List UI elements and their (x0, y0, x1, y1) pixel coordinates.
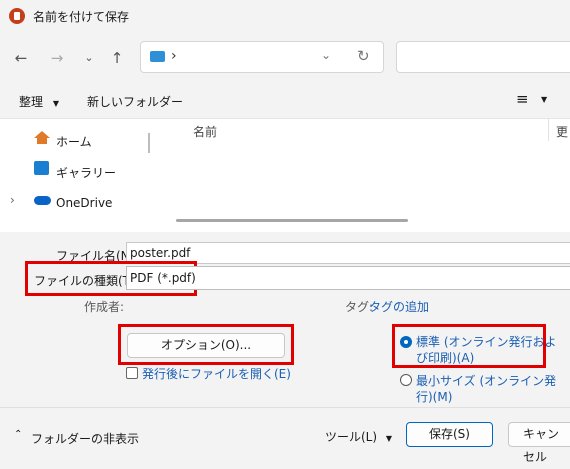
radio-minimum[interactable] (400, 374, 412, 386)
caret-down-icon: ▼ (52, 99, 59, 108)
back-arrow-icon[interactable]: ← (10, 47, 32, 69)
save-options-form: ファイル名(N): poster.pdf ファイルの種類(T): PDF (*.… (0, 232, 570, 407)
tools-label: ツール(L) (325, 430, 378, 444)
window-title: 名前を付けて保存 (33, 10, 130, 24)
command-bar: 整理 ▼ 新しいフォルダー ≡ ▼ (0, 84, 570, 118)
onedrive-icon (34, 196, 51, 205)
organize-label: 整理 (19, 95, 44, 109)
view-caret-icon[interactable]: ▼ (541, 95, 547, 104)
open-after-checkbox[interactable] (126, 367, 138, 379)
radio-standard[interactable] (400, 336, 412, 348)
computer-icon (150, 51, 165, 62)
browser-area: ホーム ギャラリー › OneDrive 名前 更 (0, 118, 570, 232)
dropdown-chevron-icon[interactable]: ⌄ (78, 47, 100, 69)
author-label: 作成者: (84, 300, 125, 314)
radio-min-label-1[interactable]: 最小サイズ (オンライン発 (416, 372, 556, 389)
hide-folders-button[interactable]: フォルダーの非表示 (31, 430, 139, 447)
filetype-label: ファイルの種類(T): (34, 274, 139, 288)
filetype-value: PDF (*.pdf) (130, 271, 196, 285)
refresh-icon[interactable]: ↻ (357, 47, 370, 65)
expand-chevron-icon[interactable]: › (10, 193, 15, 207)
organize-button[interactable]: 整理 ▼ (19, 93, 59, 110)
chevron-up-icon[interactable]: ⌃ (14, 429, 22, 440)
gallery-icon (34, 161, 49, 175)
tools-button[interactable]: ツール(L) ▼ (325, 428, 392, 445)
options-button[interactable]: オプション(O)... (127, 333, 285, 358)
sidebar-item-home[interactable]: ホーム (14, 126, 144, 154)
sidebar-scrollbar[interactable] (148, 133, 150, 153)
powerpoint-icon (9, 8, 25, 24)
add-tag-link[interactable]: タグの追加 (369, 298, 429, 315)
tools-caret-icon: ▼ (385, 434, 393, 443)
home-icon (34, 131, 50, 138)
open-after-label[interactable]: 発行後にファイルを開く(E) (142, 365, 291, 382)
sidebar-item-label: ギャラリー (56, 166, 117, 180)
column-header-name[interactable]: 名前 (193, 123, 217, 140)
view-menu-icon[interactable]: ≡ (516, 90, 529, 108)
sidebar-item-label: ホーム (56, 135, 92, 149)
dialog-footer: ⌃ フォルダーの非表示 ツール(L) ▼ 保存(S) キャンセル (0, 407, 570, 464)
new-folder-button[interactable]: 新しいフォルダー (87, 93, 183, 110)
radio-dot-icon (404, 340, 408, 344)
radio-standard-label-2[interactable]: び印刷)(A) (416, 349, 474, 366)
column-header-date[interactable]: 更 (556, 123, 568, 140)
address-bar[interactable]: › ⌄ ↻ (140, 41, 384, 73)
horizontal-scrollbar[interactable] (176, 219, 408, 222)
title-bar: 名前を付けて保存 (0, 0, 570, 32)
cancel-button[interactable]: キャンセル (508, 422, 570, 464)
filetype-select[interactable]: PDF (*.pdf) (126, 266, 570, 290)
save-button[interactable]: 保存(S) (406, 422, 493, 447)
breadcrumb-chevron-icon: › (171, 48, 177, 64)
sidebar-item-onedrive[interactable]: › OneDrive (10, 189, 144, 217)
search-input[interactable] (396, 41, 570, 73)
home-icon-base (37, 138, 47, 144)
navigation-bar: ← → ⌄ ↑ › ⌄ ↻ (0, 32, 570, 84)
sidebar-item-gallery[interactable]: ギャラリー (14, 157, 144, 185)
up-arrow-icon[interactable]: ↑ (106, 47, 128, 69)
column-divider[interactable] (548, 119, 549, 141)
radio-standard-label-1[interactable]: 標準 (オンライン発行およ (416, 333, 557, 350)
filename-value: poster.pdf (130, 246, 191, 260)
sidebar-item-label: OneDrive (56, 196, 113, 210)
radio-min-label-2[interactable]: 行)(M) (416, 388, 452, 405)
forward-arrow-icon[interactable]: → (46, 47, 68, 69)
address-dropdown-icon[interactable]: ⌄ (321, 48, 331, 62)
